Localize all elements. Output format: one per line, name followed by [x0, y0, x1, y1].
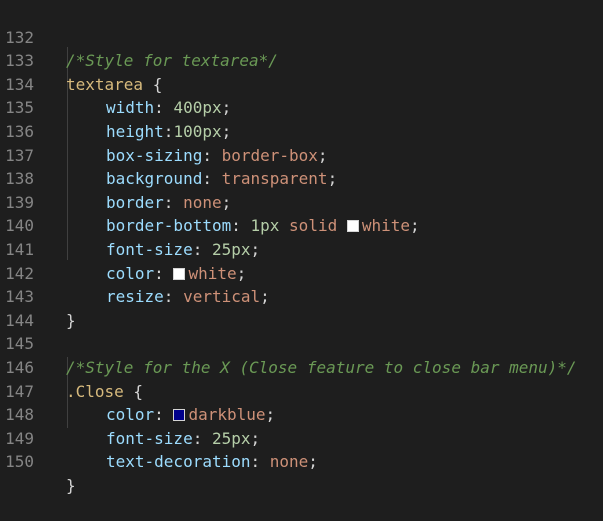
code-line[interactable]: 136 box-sizing: border-box;	[0, 96, 603, 165]
css-property: text-decoration	[106, 452, 251, 472]
code-line[interactable]: 135 height:100px;	[0, 73, 603, 141]
code-line[interactable]: 139 border-bottom: 1px solid white;	[0, 167, 603, 236]
line-number: 150	[5, 452, 34, 472]
code-line[interactable]: 149 text-decoration: none;	[0, 403, 603, 472]
code-text: }	[66, 474, 76, 498]
code-line[interactable]: 140 font-size: 25px;	[0, 191, 603, 259]
code-text: text-decoration: none;	[106, 452, 318, 472]
code-line[interactable]: 143 }	[0, 262, 603, 330]
code-editor[interactable]: 132 /*Style for textarea*/ 133 textarea …	[0, 0, 603, 495]
code-line[interactable]: 133 textarea {	[0, 26, 603, 94]
code-line[interactable]: 144	[0, 285, 603, 330]
code-line[interactable]: 148 font-size: 25px;	[0, 380, 603, 448]
code-line[interactable]: 147 color: darkblue;	[0, 356, 603, 425]
code-line[interactable]: 138 border: none;	[0, 144, 603, 212]
code-line[interactable]: 134 width: 400px;	[0, 49, 603, 118]
brace: }	[66, 475, 76, 495]
code-line[interactable]: 132 /*Style for textarea*/	[0, 2, 603, 71]
code-line[interactable]: 142 resize: vertical;	[0, 238, 603, 307]
code-line[interactable]: 137 background: transparent;	[0, 120, 603, 189]
code-line[interactable]: 146 .Close {	[0, 332, 603, 401]
css-value: none	[269, 452, 309, 472]
code-line[interactable]: 150 }	[0, 427, 603, 495]
code-line[interactable]: 141 color: white;	[0, 214, 603, 283]
code-line[interactable]: 145 /*Style for the X (Close feature to …	[0, 309, 603, 377]
